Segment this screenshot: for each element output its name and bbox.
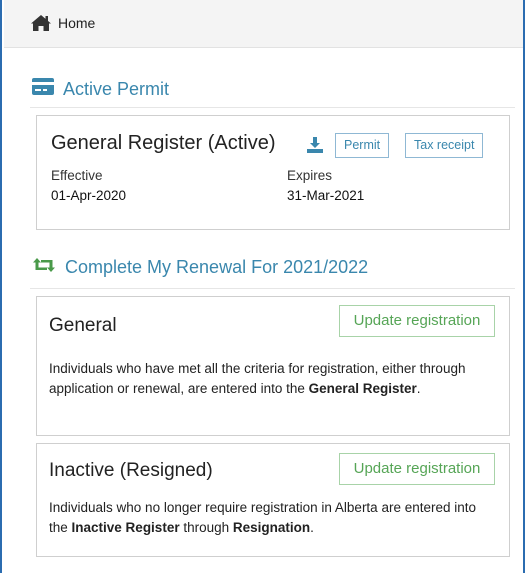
effective-label: Effective	[51, 168, 103, 183]
permit-title: General Register (Active)	[51, 132, 276, 154]
option-title: General	[49, 315, 117, 336]
retweet-icon	[32, 257, 56, 278]
home-label: Home	[58, 15, 96, 31]
active-permit-card: General Register (Active) Permit Tax rec…	[36, 115, 510, 230]
expires-date: 31-Mar-2021	[287, 188, 365, 203]
permit-button[interactable]: Permit	[335, 133, 390, 158]
home-icon	[30, 14, 52, 32]
section-title: Complete My Renewal For 2021/2022	[65, 257, 369, 277]
effective-date: 01-Apr-2020	[51, 188, 127, 203]
tax-receipt-button[interactable]: Tax receipt	[405, 133, 484, 158]
renewal-heading: Complete My Renewal For 2021/2022	[32, 257, 368, 278]
divider	[30, 288, 515, 289]
renewal-option-inactive: Inactive (Resigned) Update registration …	[36, 443, 510, 557]
section-title: Active Permit	[63, 78, 170, 99]
top-nav-bar: Home	[4, 0, 523, 48]
option-description: Individuals who no longer require regist…	[49, 500, 477, 535]
option-title: Inactive (Resigned)	[49, 460, 213, 481]
expires-label: Expires	[287, 168, 333, 183]
main-frame: Home Active Permit General Register (Act…	[0, 0, 525, 573]
update-registration-button[interactable]: Update registration	[339, 305, 495, 337]
credit-card-icon	[32, 78, 54, 100]
divider	[30, 107, 515, 108]
renewal-option-general: General Update registration Individuals …	[36, 296, 510, 436]
home-link[interactable]: Home	[30, 14, 95, 32]
option-description: Individuals who have met all the criteri…	[49, 361, 466, 396]
update-registration-button[interactable]: Update registration	[339, 453, 495, 485]
download-icon[interactable]	[307, 137, 323, 158]
active-permit-heading: Active Permit	[32, 78, 169, 100]
